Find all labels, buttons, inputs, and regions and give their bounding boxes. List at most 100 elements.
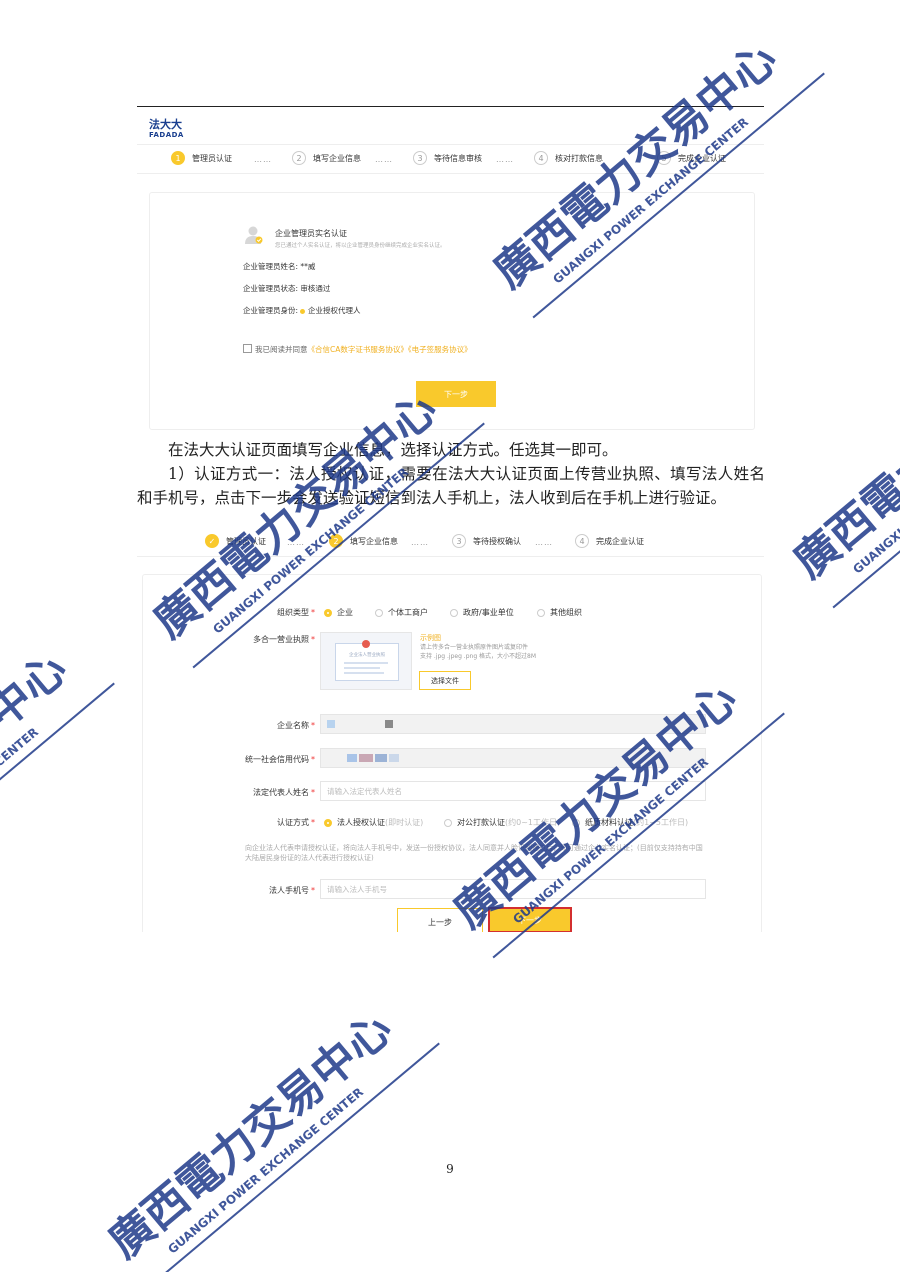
paragraph-method-one: 1）认证方式一：法人授权认证，需要在法大大认证页面上传营业执照、填写法人姓名和手…	[137, 465, 765, 507]
step-number: 4	[534, 151, 548, 165]
auth-option-hint: (约1~5工作日)	[633, 818, 689, 827]
step-label: 填写企业信息	[313, 153, 361, 163]
auth-bank-transfer[interactable]: 对公打款认证 (约0~1工作日)	[444, 817, 560, 828]
redacted-text	[375, 754, 387, 762]
prev-button[interactable]: 上一步	[397, 908, 483, 932]
license-label-text: 多合一营业执照	[253, 635, 309, 644]
org-type-label-text: 组织类型	[277, 608, 309, 617]
sample-line	[344, 662, 388, 664]
credit-code-input[interactable]	[320, 748, 706, 768]
step-dots: ……	[287, 538, 305, 547]
admin-status-row: 企业管理员状态: 审核通过	[243, 283, 330, 294]
redacted-text	[347, 754, 357, 762]
license-sample-image: 企业法人营业执照	[320, 632, 412, 690]
sample-line	[344, 667, 380, 669]
auth-paper[interactable]: 纸质材料认证 (约1~5工作日)	[572, 817, 688, 828]
step-fill-info: 2 填写企业信息	[292, 151, 361, 165]
watermark: 廣西電力交易中心 GUANGXI POWER EXCHANGE CENTER	[0, 643, 115, 929]
fadada-logo: 法大大 FADADA	[149, 119, 184, 140]
auth-option-label: 法人授权认证	[337, 818, 385, 827]
sample-caption: 企业法人营业执照	[349, 653, 385, 658]
auth-option-hint: (即时认证)	[385, 818, 424, 827]
next-button[interactable]: 下一步	[488, 907, 572, 932]
legal-phone-input[interactable]: 请输入法人手机号	[320, 879, 706, 899]
step-wait-review: 3 等待信息审核	[413, 151, 482, 165]
watermark: 廣西電力交易中心 GUANGXI POWER EXCHANGE CENTER	[99, 1003, 440, 1272]
admin-identity-value: 企业授权代理人	[308, 306, 361, 315]
card-subtitle: 您已通过个人实名认证，将以企业管理员身份继续完成企业实名认证。	[275, 243, 446, 249]
license-sample-doc: 企业法人营业执照	[335, 640, 399, 681]
step-label: 完成企业认证	[596, 536, 644, 546]
redacted-text	[385, 720, 393, 728]
card-title: 企业管理员实名认证	[275, 229, 347, 238]
required-mark: *	[311, 818, 315, 827]
agreement-checkbox[interactable]	[243, 344, 252, 353]
org-type-individual[interactable]: 个体工商户	[375, 607, 428, 618]
auth-legal-person[interactable]: 法人授权认证 (即时认证)	[324, 817, 423, 828]
seal-icon	[362, 640, 370, 648]
upload-tip-line: 请上传多合一营业执照原件图片或复印件	[420, 644, 529, 651]
admin-identity-row: 企业管理员身份: 企业授权代理人	[243, 305, 361, 316]
step-label: 管理员认证	[226, 536, 266, 546]
step-number: 1	[171, 151, 185, 165]
step-complete: 5 完成企业认证	[657, 151, 726, 165]
screenshot-enterprise-info: ✓ 管理员认证 …… 2 填写企业信息 …… 3 等待授权确认 …… 4 完成企业认证 …	[137, 528, 764, 932]
step-dots: ……	[535, 538, 553, 547]
required-mark: *	[311, 721, 315, 730]
license-label: 多合一营业执照 *	[155, 634, 315, 645]
step-fill-info: 2 填写企业信息	[329, 534, 398, 548]
agreement-link[interactable]: 《合信CA数字证书服务协议》《电子签服务协议》	[308, 345, 472, 354]
step-dots: ……	[375, 155, 393, 164]
redacted-text	[389, 754, 399, 762]
sample-line	[344, 672, 384, 674]
admin-name-label: 企业管理员姓名:	[243, 262, 299, 271]
progress-steps: ✓ 管理员认证 …… 2 填写企业信息 …… 3 等待授权确认 …… 4 完成企业认证	[137, 528, 764, 557]
sample-link[interactable]: 示例图	[420, 634, 536, 643]
step-number: 5	[657, 151, 671, 165]
org-type-enterprise[interactable]: 企业	[324, 607, 353, 618]
upload-tip-line: 支持 .jpg .jpeg .png 格式，大小不超过8M	[420, 653, 537, 660]
auth-method-label: 认证方式 *	[155, 817, 315, 828]
step-label: 核对打款信息	[555, 153, 603, 163]
check-icon: ✓	[205, 534, 219, 548]
admin-status-label: 企业管理员状态:	[243, 284, 299, 293]
company-name-input[interactable]	[320, 714, 706, 734]
watermark-cn: 廣西電力交易中心	[784, 323, 900, 588]
next-button[interactable]: 下一步	[416, 381, 496, 407]
org-type-option: 企业	[337, 608, 353, 617]
radio-icon	[324, 608, 332, 617]
required-mark: *	[311, 635, 315, 644]
org-type-other[interactable]: 其他组织	[537, 607, 582, 618]
step-admin-verify: 1 管理员认证	[171, 151, 232, 165]
upload-tip: 示例图 请上传多合一营业执照原件图片或复印件 支持 .jpg .jpeg .pn…	[420, 634, 536, 661]
radio-icon	[450, 608, 458, 617]
paragraph-intro: 在法大大认证页面填写企业信息，选择认证方式。任选其一即可。	[168, 441, 618, 459]
admin-name-value: **威	[300, 262, 316, 271]
radio-selected-icon	[300, 308, 306, 314]
step-label: 等待授权确认	[473, 536, 521, 546]
step-complete: 4 完成企业认证	[575, 534, 644, 548]
org-type-option: 其他组织	[550, 608, 582, 617]
step-admin-verify: ✓ 管理员认证	[205, 534, 266, 548]
org-type-government[interactable]: 政府/事业单位	[450, 607, 514, 618]
org-type-option: 政府/事业单位	[463, 608, 514, 617]
required-mark: *	[311, 755, 315, 764]
company-name-label-text: 企业名称	[277, 721, 309, 730]
legal-name-input[interactable]: 请输入法定代表人姓名	[320, 781, 706, 801]
agreement-text: 我已阅读并同意	[255, 345, 308, 354]
screenshot-admin-verification: 法大大 FADADA 1 管理员认证 …… 2 填写企业信息 …… 3 等待信息审核 …	[137, 110, 764, 430]
required-mark: *	[311, 886, 315, 895]
logo-cn: 法大大	[149, 118, 182, 131]
step-number: 3	[413, 151, 427, 165]
step-label: 完成企业认证	[678, 153, 726, 163]
choose-file-button[interactable]: 选择文件	[419, 671, 471, 690]
admin-status-value: 审核通过	[300, 284, 331, 293]
watermark-cn: 廣西電力交易中心	[0, 643, 77, 908]
watermark-cn: 廣西電力交易中心	[99, 1003, 401, 1268]
step-wait-auth: 3 等待授权确认	[452, 534, 521, 548]
auth-option-hint: (约0~1工作日)	[505, 818, 561, 827]
step-label: 填写企业信息	[350, 536, 398, 546]
radio-icon	[572, 818, 580, 827]
watermark-en: GUANGXI POWER EXCHANGE CENTER	[0, 725, 41, 897]
legal-name-label: 法定代表人姓名 *	[155, 787, 315, 798]
